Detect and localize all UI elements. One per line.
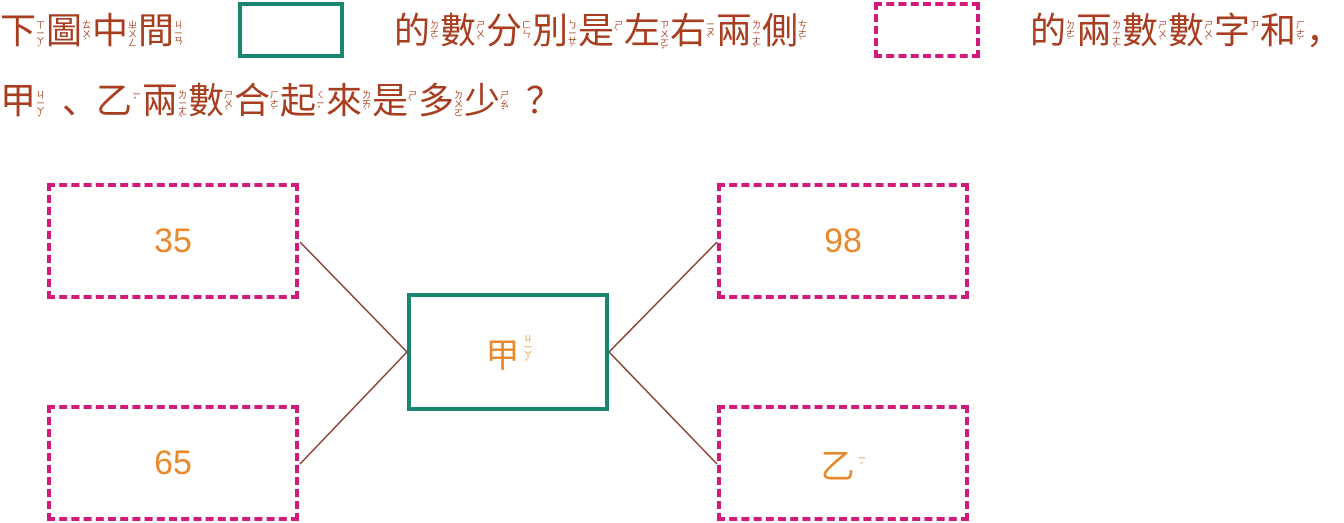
box-center-value: 甲 (485, 335, 520, 376)
connector-bottom-right (608, 351, 718, 465)
box-top-right: 98 (717, 183, 969, 299)
box-bottom-left: 65 (47, 405, 299, 521)
number-diagram: 35 65 98 乙 ㄧˇ 甲 ㄐㄧㄚˇ (0, 0, 1344, 523)
box-center-zhuyin: ㄐㄧㄚˇ (521, 334, 532, 370)
connector-top-right (608, 241, 718, 353)
box-center: 甲 ㄐㄧㄚˇ (407, 293, 609, 411)
connector-top-left (299, 241, 408, 353)
box-top-left: 35 (47, 183, 299, 299)
box-bottom-left-value: 65 (154, 443, 192, 482)
box-top-right-value: 98 (824, 221, 862, 260)
box-top-left-value: 35 (154, 221, 192, 260)
box-bottom-right-zhuyin: ㄧˇ (856, 454, 867, 472)
box-bottom-right: 乙 ㄧˇ (717, 405, 969, 521)
connector-bottom-left (299, 351, 408, 465)
box-bottom-right-value: 乙 (820, 447, 855, 486)
